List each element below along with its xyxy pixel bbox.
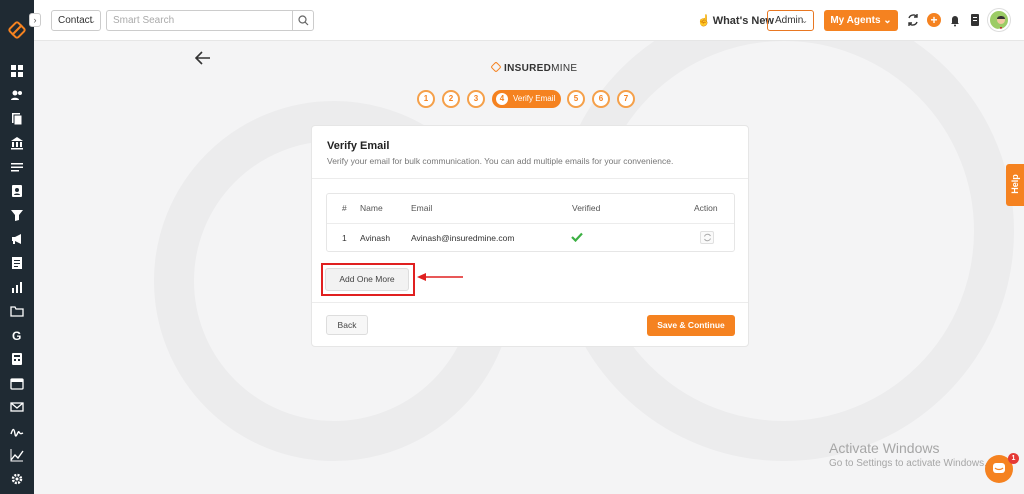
mail-icon[interactable] — [10, 400, 24, 414]
search-icon — [298, 15, 309, 26]
funnel-icon[interactable] — [10, 208, 24, 222]
whats-new-label: What's New — [712, 15, 774, 27]
whats-new-link[interactable]: ☝ What's New — [697, 14, 774, 27]
admin-select[interactable]: Admin ⌄ — [767, 10, 814, 31]
step-2[interactable]: 2 — [442, 90, 460, 108]
step-number: 4 — [496, 93, 508, 105]
save-continue-button[interactable]: Save & Continue — [647, 315, 735, 336]
divider — [312, 302, 748, 303]
column-header-index: # — [342, 203, 347, 213]
brand-bold: INSURED — [504, 63, 552, 74]
column-header-email: Email — [411, 203, 433, 213]
brand-logo-icon — [490, 61, 502, 73]
chevron-down-icon: ⌄ — [801, 16, 808, 25]
annotation-arrow-icon — [417, 273, 463, 281]
row-name: Avinash — [360, 233, 391, 243]
megaphone-icon[interactable] — [10, 232, 24, 246]
refresh-icon — [704, 233, 711, 242]
column-header-action: Action — [694, 203, 718, 213]
column-header-verified: Verified — [572, 203, 601, 213]
step-number: 1 — [423, 94, 429, 103]
chevron-down-icon: ⌄ — [89, 16, 96, 25]
svg-text:G: G — [12, 329, 21, 342]
help-tab-label: Help — [1010, 174, 1020, 194]
help-tab[interactable]: Help — [1006, 164, 1024, 206]
clipboard-icon[interactable] — [968, 13, 982, 27]
back-button[interactable]: Back — [326, 315, 368, 335]
verify-email-card: Verify Email Verify your email for bulk … — [311, 125, 749, 347]
sync-icon[interactable] — [906, 13, 920, 27]
insuredmine-logo-icon[interactable] — [7, 20, 27, 40]
my-agents-label: My Agents — [830, 15, 881, 26]
step-3[interactable]: 3 — [467, 90, 485, 108]
search-button[interactable] — [292, 10, 314, 31]
card-subtitle: Verify your email for bulk communication… — [327, 156, 674, 166]
back-arrow-icon[interactable] — [195, 51, 211, 65]
step-number: 3 — [473, 94, 479, 103]
divider — [312, 178, 748, 179]
contact-card-icon[interactable] — [10, 184, 24, 198]
sidebar: › G — [0, 0, 41, 494]
step-active-label: Verify Email — [513, 94, 556, 103]
step-number: 6 — [598, 94, 604, 103]
chat-notification-badge: 1 — [1008, 453, 1019, 464]
reports-icon[interactable] — [10, 256, 24, 270]
settings-icon[interactable] — [10, 472, 24, 486]
step-1[interactable]: 1 — [417, 90, 435, 108]
step-number: 2 — [448, 94, 454, 103]
my-agents-button[interactable]: My Agents ⌄ — [824, 10, 898, 31]
list-icon[interactable] — [10, 160, 24, 174]
bank-icon[interactable] — [10, 136, 24, 150]
google-icon[interactable]: G — [10, 328, 24, 342]
insuredmine-brand: INSUREDMINE — [490, 61, 578, 74]
calendar-icon[interactable] — [10, 376, 24, 390]
main-content: INSUREDMINE 1 2 3 4 Verify Email 5 6 7 V… — [34, 41, 1024, 494]
analytics-icon[interactable] — [10, 280, 24, 294]
folder-icon[interactable] — [10, 304, 24, 318]
column-header-name: Name — [360, 203, 383, 213]
email-table: # Name Email Verified Action 1 Avinash A… — [326, 193, 735, 252]
step-number: 7 — [623, 94, 629, 103]
brand-light: MINE — [551, 63, 578, 74]
users-icon[interactable] — [10, 88, 24, 102]
sidebar-toggle-chevron-icon[interactable]: › — [29, 13, 41, 27]
documents-icon[interactable] — [10, 112, 24, 126]
verified-check-icon — [571, 232, 583, 242]
bell-icon[interactable] — [948, 13, 962, 27]
chart-line-icon[interactable] — [10, 448, 24, 462]
resend-verification-button[interactable] — [700, 231, 714, 244]
step-6[interactable]: 6 — [592, 90, 610, 108]
step-7[interactable]: 7 — [617, 90, 635, 108]
windows-activation-subtitle: Go to Settings to activate Windows. — [829, 458, 987, 469]
user-avatar-icon — [997, 16, 1005, 29]
dashboard-icon[interactable] — [10, 64, 24, 78]
pointing-hand-icon: ☝ — [697, 15, 711, 27]
step-number: 5 — [573, 94, 579, 103]
smart-search-input[interactable] — [106, 10, 292, 31]
highlight-annotation-box — [321, 263, 415, 296]
contact-select-label: Contact — [58, 15, 93, 26]
contact-select[interactable]: Contact ⌄ — [51, 10, 101, 31]
add-plus-icon[interactable]: + — [927, 13, 941, 27]
user-avatar[interactable] — [988, 9, 1010, 31]
step-5[interactable]: 5 — [567, 90, 585, 108]
card-title: Verify Email — [327, 140, 390, 152]
row-index: 1 — [342, 233, 347, 243]
row-email: Avinash@insuredmine.com — [411, 233, 515, 243]
calculator-icon[interactable] — [10, 352, 24, 366]
chevron-down-icon: ⌄ — [883, 15, 892, 26]
admin-select-label: Admin — [775, 15, 804, 26]
windows-activation-title: Activate Windows — [829, 440, 940, 456]
step-4-active[interactable]: 4 Verify Email — [492, 90, 561, 108]
top-header: Contact ⌄ ☝What's New Admin ⌄ My Agents … — [34, 0, 1024, 41]
signature-icon[interactable] — [10, 424, 24, 438]
divider — [327, 223, 734, 224]
